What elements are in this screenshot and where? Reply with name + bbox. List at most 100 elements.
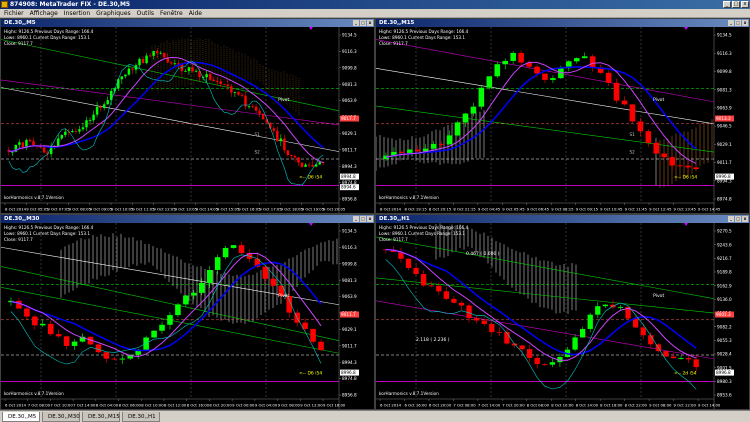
candlestick [645,131,652,143]
current-price-label: 9013.3 [716,116,731,121]
time-tick-label: 9 Oct 10:45 [600,207,623,212]
chart-title[interactable]: DE.30,,M15 _ □ x [376,19,749,27]
price-chart[interactable]: Highs: 9126.5 Previous Days Range: 166.4… [1,27,374,213]
close-button[interactable]: x [741,1,749,8]
candlestick [579,328,586,338]
candlestick [238,245,245,254]
time-tick-label: 8 Oct 20:15 [429,207,452,212]
price-tick-label: 9011.7 [342,343,357,348]
candlestick [39,323,46,326]
candlestick [413,267,419,275]
time-tick-label: 9 Oct 05:45 [502,207,525,212]
candlestick [230,86,233,93]
candlestick [214,257,221,270]
candlestick [240,94,244,96]
indicator-watermark: korHarmonics v.8.7.1Version [4,391,64,396]
candlestick [237,92,240,95]
price-tick-label: 9099.8 [342,65,357,70]
time-tick-label: 6 Oct 2014 [380,403,402,408]
candlestick [119,358,126,360]
candlestick [120,76,124,80]
time-tick-label: 8 Oct 08:00 [527,403,550,408]
candlestick [205,74,208,78]
candlestick [663,351,669,357]
candlestick [261,113,265,120]
time-tick-label: 9 Oct 08:05 [69,207,92,212]
candlestick [208,74,212,80]
candlestick [669,157,675,166]
price-tick-label: 9134.5 [717,33,732,38]
candlestick [138,59,141,66]
chart-title[interactable]: DE.30,,M5 _ □ x [1,19,374,27]
menu-item-insertion[interactable]: Insertion [64,10,90,17]
chart-tab[interactable]: DE.30,,M15 [82,412,120,422]
chart-window-m15[interactable]: DE.30,,M15 _ □ x Highs: 9126.5 Previous Da… [375,18,750,214]
candlestick [47,323,54,335]
candlestick [170,62,173,64]
price-tag-label: 8994.8 [341,174,356,179]
candlestick [595,306,601,315]
menu-item-outils[interactable]: Outils [137,10,154,17]
chart-window-h1[interactable]: DE.30,,H1 _ □ x Highs: 9126.5 Previous Day… [375,214,750,410]
candlestick [504,332,510,344]
candlestick [661,153,668,158]
chart-maximize-button[interactable]: □ [735,20,741,26]
support-label: S1 [630,132,636,137]
price-chart[interactable]: Highs: 9126.5 Previous Days Range: 166.4… [1,223,374,409]
chart-close-button[interactable]: x [742,20,748,26]
chart-maximize-button[interactable]: □ [735,216,741,222]
chart-minimize-button[interactable]: _ [728,216,734,222]
candlestick [602,304,609,307]
candlestick [143,337,149,350]
menu-item-graphiques[interactable]: Graphiques [96,10,131,17]
menu-item-affichage[interactable]: Affichage [30,10,58,17]
candlestick [258,110,261,114]
time-tick-label: 9 Oct 18:05 [281,207,304,212]
candlestick [466,305,472,319]
chart-close-button[interactable]: x [367,20,373,26]
price-tick-label: 9116.3 [717,51,732,56]
candlestick [534,357,540,365]
chart-tab[interactable]: DE.30,,M30 [42,412,80,422]
menu-item-fichier[interactable]: Fichier [4,10,24,17]
time-tick-label: 9 Oct 14:00 [698,403,721,408]
price-chart[interactable]: Highs: 9126.5 Previous Days Range: 166.4… [376,27,749,213]
minimize-button[interactable]: _ [723,1,731,8]
price-chart[interactable]: Highs: 9126.5 Previous Days Range: 166.4… [376,223,749,409]
chart-tab[interactable]: DE.30,,H1 [122,412,160,422]
chart-minimize-button[interactable]: _ [353,20,359,26]
chart-title[interactable]: DE.30,,H1 _ □ x [376,215,749,223]
chart-minimize-button[interactable]: _ [353,216,359,222]
candlestick [155,51,159,54]
trade-marker [309,223,313,226]
maximize-button[interactable]: □ [732,1,740,8]
price-tick-label: 9136.0 [717,297,732,302]
candlestick [145,55,148,64]
chart-minimize-button[interactable]: _ [728,20,734,26]
chart-tab[interactable]: DE.30,,M5 [2,412,40,422]
candlestick [286,150,290,156]
candlestick [55,334,62,337]
chart-close-button[interactable]: x [742,216,748,222]
price-tick-label: 9063.9 [342,294,357,299]
time-tick-label: 7 Oct 14:00 [73,403,96,408]
support-label: S2 [630,150,636,155]
time-tick-label: 9 Oct 13:45 [674,207,697,212]
indicator-watermark: korHarmonics v.8.7.1Version [379,195,439,200]
candlestick [310,328,316,342]
chikou-span-line [385,259,697,390]
menu-item-aide[interactable]: Aide [189,10,202,17]
chart-maximize-button[interactable]: □ [360,216,366,222]
candlestick [550,78,556,80]
candlestick [233,92,237,93]
time-tick-label: 9 Oct 05:05 [26,207,49,212]
chart-close-button[interactable]: x [367,216,373,222]
chart-window-m30[interactable]: DE.30,,M30 _ □ x Highs: 9126.5 Previous Da… [0,214,375,410]
chart-title[interactable]: DE.30,,M30 _ □ x [1,215,374,223]
menu-item-fenêtre[interactable]: Fenêtre [160,10,183,17]
candlestick [587,314,593,329]
chart-window-m5[interactable]: DE.30,,M5 _ □ x Highs: 9126.5 Previous Day… [0,18,375,214]
indicator-watermark: korHarmonics v.8.7.1Version [4,195,64,200]
chart-maximize-button[interactable]: □ [360,20,366,26]
price-tick-label: 9029.1 [717,142,732,147]
